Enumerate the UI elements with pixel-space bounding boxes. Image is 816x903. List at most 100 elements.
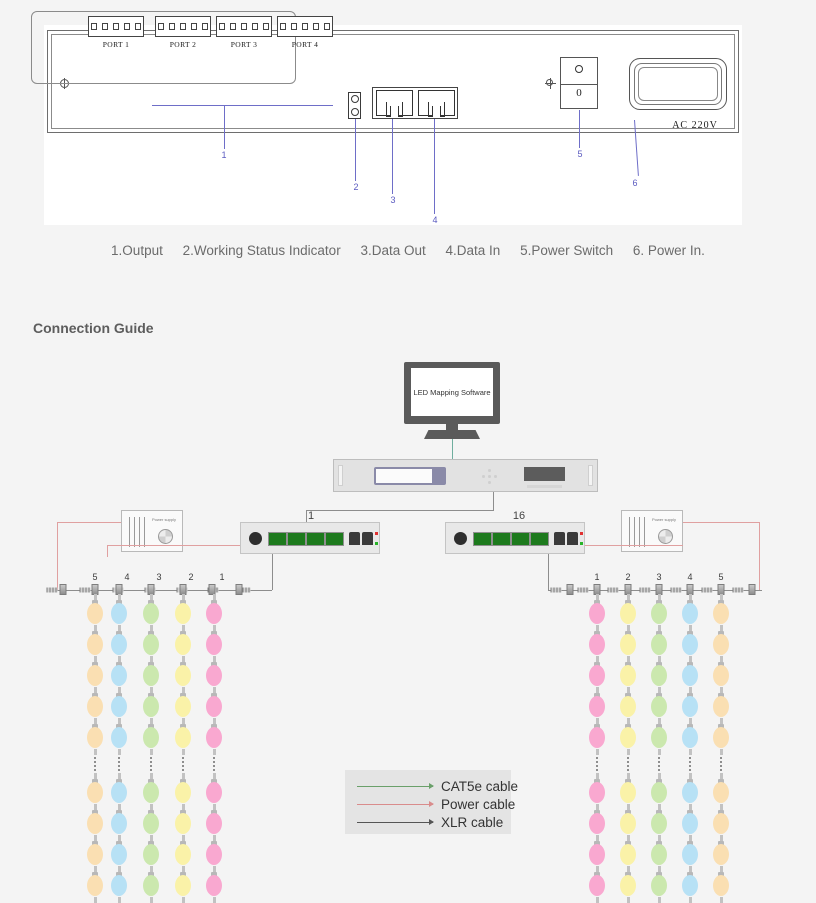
terminal-block bbox=[512, 533, 529, 545]
bulb-glass bbox=[143, 875, 159, 896]
dpad-center bbox=[488, 475, 491, 478]
led-bulb bbox=[681, 693, 699, 718]
output-port-4-label: PORT 4 bbox=[291, 40, 319, 49]
bulb-glass bbox=[87, 696, 103, 717]
bulb-glass bbox=[175, 844, 191, 865]
strand-continuation-dots bbox=[86, 755, 104, 773]
dot bbox=[213, 761, 215, 763]
bulb-glass bbox=[589, 875, 605, 896]
led-bulb bbox=[619, 779, 637, 804]
led-bulb bbox=[588, 724, 606, 749]
led-bulb bbox=[619, 724, 637, 749]
psu-left-fan-icon bbox=[158, 529, 173, 544]
decoder-right-led-green bbox=[580, 542, 583, 545]
bulb-glass bbox=[206, 813, 222, 834]
bus-connector bbox=[79, 587, 91, 593]
callout-3-leader bbox=[392, 119, 393, 194]
pin bbox=[102, 23, 109, 30]
led-bulb bbox=[619, 810, 637, 835]
bulb-glass bbox=[589, 696, 605, 717]
bulb-glass bbox=[713, 603, 729, 624]
decoder-left-led-green bbox=[375, 542, 378, 545]
bulb-glass bbox=[682, 603, 698, 624]
led-bulb bbox=[650, 810, 668, 835]
dot bbox=[596, 765, 598, 767]
led-bulb bbox=[110, 724, 128, 749]
bus-connector bbox=[46, 587, 58, 593]
led-bulb bbox=[650, 779, 668, 804]
dot bbox=[596, 761, 598, 763]
led-bulb bbox=[619, 600, 637, 625]
decoder-left-led-red bbox=[375, 532, 378, 535]
bulb-glass bbox=[143, 727, 159, 748]
led-bulb bbox=[86, 631, 104, 656]
dot bbox=[720, 761, 722, 763]
bus-tee-end-right-r bbox=[748, 584, 756, 595]
terminal-block bbox=[288, 533, 305, 545]
strand-continuation-dots bbox=[712, 755, 730, 773]
legend-item-2: 2.Working Status Indicator bbox=[182, 243, 341, 258]
bulb-glass bbox=[87, 875, 103, 896]
bulb-glass bbox=[175, 634, 191, 655]
dot bbox=[627, 765, 629, 767]
bulb-glass bbox=[620, 665, 636, 686]
bulb-glass bbox=[206, 603, 222, 624]
working-status-indicator bbox=[348, 92, 361, 119]
output-port-1 bbox=[88, 16, 144, 37]
bulb-glass bbox=[713, 696, 729, 717]
power-switch[interactable]: 0 bbox=[560, 57, 598, 109]
rack-controller bbox=[333, 459, 598, 492]
led-bulb bbox=[110, 841, 128, 866]
bulb-glass bbox=[682, 813, 698, 834]
bulb-glass bbox=[651, 603, 667, 624]
bulb-glass bbox=[589, 813, 605, 834]
xlr-line-swatch bbox=[357, 819, 434, 825]
rack-dpad-icon[interactable] bbox=[482, 469, 498, 484]
bulb-glass bbox=[589, 844, 605, 865]
led-bulb bbox=[142, 779, 160, 804]
pin bbox=[91, 23, 98, 30]
xlr-rack-drop bbox=[493, 492, 494, 510]
bulb-glass bbox=[589, 603, 605, 624]
decoder-left-jacks bbox=[349, 532, 373, 545]
led-bulb bbox=[205, 872, 223, 897]
dot bbox=[150, 769, 152, 771]
dot bbox=[213, 769, 215, 771]
decoder-left-jack-in bbox=[349, 532, 360, 545]
bulb-glass bbox=[620, 782, 636, 803]
bulb-glass bbox=[206, 727, 222, 748]
pin bbox=[262, 23, 269, 30]
callout-1-underline bbox=[152, 105, 333, 106]
dot bbox=[720, 769, 722, 771]
bulb-glass bbox=[620, 844, 636, 865]
led-strand bbox=[712, 594, 730, 903]
pin bbox=[323, 23, 330, 30]
led-bulb bbox=[86, 600, 104, 625]
cat5e-monitor-to-rack bbox=[452, 439, 453, 460]
bus-tee-end-left-r bbox=[566, 584, 574, 595]
bus-connector bbox=[732, 587, 744, 593]
callout-5-number: 5 bbox=[577, 149, 583, 159]
bulb-glass bbox=[651, 875, 667, 896]
led-bulb bbox=[588, 662, 606, 687]
dot bbox=[627, 757, 629, 759]
led-strand bbox=[142, 594, 160, 903]
callout-2-leader bbox=[355, 119, 356, 181]
bulb-glass bbox=[111, 727, 127, 748]
led-bulb bbox=[205, 631, 223, 656]
bus-connector bbox=[550, 587, 562, 593]
bulb-glass bbox=[111, 634, 127, 655]
pin bbox=[312, 23, 319, 30]
led-bulb bbox=[142, 693, 160, 718]
strand-number-right-1: 1 bbox=[594, 572, 600, 582]
data-out-jack bbox=[375, 90, 413, 117]
dot bbox=[689, 769, 691, 771]
strand-continuation-dots bbox=[588, 755, 606, 773]
dot bbox=[720, 765, 722, 767]
rack-button[interactable] bbox=[524, 467, 565, 481]
bulb-glass bbox=[651, 727, 667, 748]
dpad-up bbox=[488, 469, 491, 472]
legend-xlr: XLR cable bbox=[357, 814, 503, 830]
bulb-glass bbox=[143, 844, 159, 865]
bulb-glass bbox=[713, 665, 729, 686]
